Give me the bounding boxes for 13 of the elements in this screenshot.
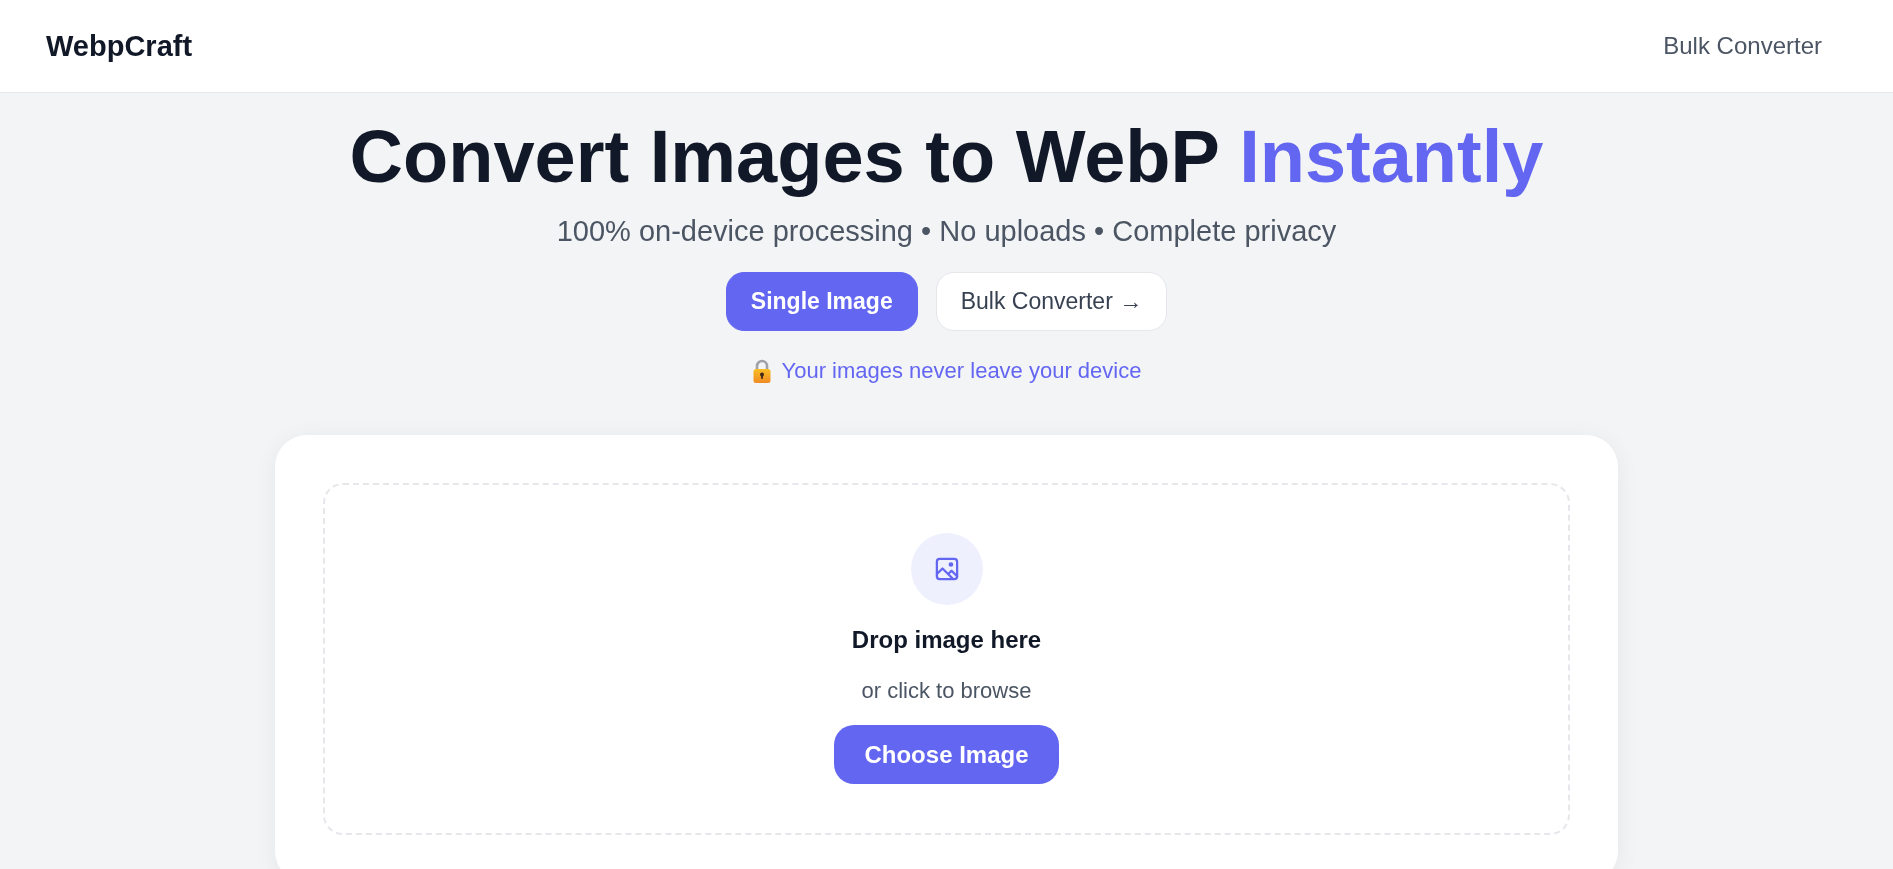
privacy-note: Your images never leave your device	[781, 358, 1142, 384]
drop-zone[interactable]: Drop image here or click to browse Choose Image	[323, 483, 1570, 835]
subtitle: 100% on-device processing • No uploads • Complete privacy	[556, 214, 1337, 249]
lock-icon	[751, 359, 772, 383]
browse-hint: or click to browse	[861, 677, 1032, 705]
choose-image-button[interactable]: Choose Image	[834, 725, 1059, 784]
logo[interactable]: WebpCraft	[46, 29, 193, 63]
page-title: Convert Images to WebP Instantly	[349, 114, 1544, 199]
nav-link[interactable]: Bulk Converter	[1663, 32, 1822, 60]
mode-tab[interactable]: Bulk Converter →	[935, 272, 1168, 331]
mode-tab[interactable]: Single Image	[725, 272, 918, 331]
image-icon	[910, 533, 983, 605]
drop-heading: Drop image here	[851, 625, 1042, 655]
